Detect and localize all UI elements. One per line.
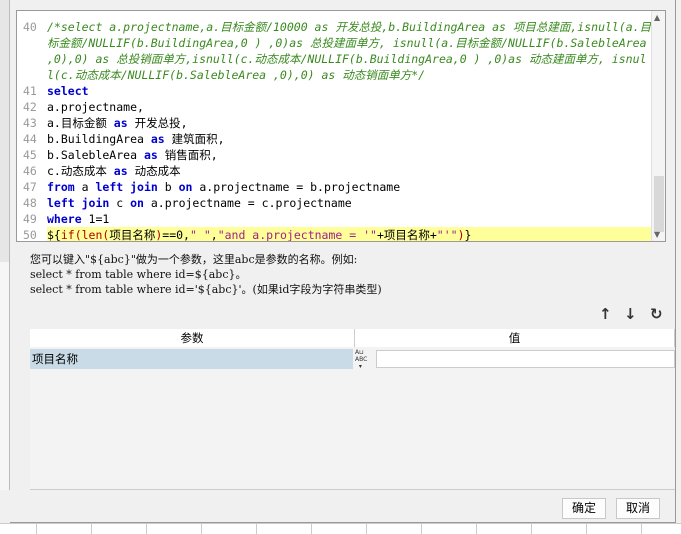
line-text: b.SalebleArea as 销售面积,: [47, 147, 653, 163]
code-token: on: [178, 180, 193, 194]
code-token: "'": [436, 228, 458, 242]
code-token: as: [143, 148, 158, 162]
code-token: a.projectname = b.projectname: [192, 180, 401, 194]
help-line: select * from table where id='${abc}'。(如…: [30, 283, 382, 296]
scrollbar-thumb[interactable]: [654, 176, 664, 232]
code-line[interactable]: 47 from a left join b on a.projectname = …: [17, 179, 653, 195]
parameter-name-cell[interactable]: 项目名称: [30, 349, 353, 369]
line-text: b.BuildingArea as 建筑面积,: [47, 131, 653, 147]
sql-code[interactable]: 40 /*select a.projectname,a.目标金额/10000 as…: [17, 19, 653, 242]
code-token: ,: [210, 228, 218, 242]
left-panel: [0, 0, 10, 262]
column-header-value: 值: [355, 329, 675, 347]
code-token: as: [113, 164, 128, 178]
line-text: a.目标金额 as 开发总投,: [47, 115, 653, 131]
line-text: a.projectname,: [47, 99, 653, 115]
code-token: 动态成本: [127, 164, 181, 178]
line-number: 45: [23, 148, 37, 162]
line-number: 41: [23, 84, 37, 98]
sql-editor[interactable]: 40 /*select a.projectname,a.目标金额/10000 as…: [16, 10, 666, 242]
move-down-icon[interactable]: ↓: [624, 305, 637, 323]
scroll-up-icon[interactable]: ▲: [654, 13, 660, 22]
code-line[interactable]: 40 /*select a.projectname,a.目标金额/10000 as…: [17, 19, 653, 83]
cancel-button[interactable]: 取消: [616, 498, 660, 519]
scroll-down-icon[interactable]: ▼: [654, 230, 660, 239]
line-text: /*select a.projectname,a.目标金额/10000 as 开…: [47, 19, 653, 83]
line-number: 47: [23, 180, 37, 194]
code-line[interactable]: 43 a.目标金额 as 开发总投,: [17, 115, 653, 131]
column-header-parameter: 参数: [30, 329, 355, 347]
code-line[interactable]: 44 b.BuildingArea as 建筑面积,: [17, 131, 653, 147]
line-text: where 1=1: [47, 211, 653, 227]
code-token: left join: [95, 180, 158, 194]
help-line: select * from table where id=${abc}。: [30, 268, 247, 281]
spreadsheet-grid-background: [0, 523, 681, 534]
line-text: c.动态成本 as 动态成本: [47, 163, 653, 179]
code-line[interactable]: 48 left join c on a.projectname = c.proje…: [17, 195, 653, 211]
code-token: " ": [189, 228, 211, 242]
left-panel-lower: [0, 262, 10, 490]
type-selector-icon[interactable]: A⊔ ABC ▾: [353, 349, 375, 370]
line-number: 40: [23, 20, 37, 34]
code-token: on: [130, 196, 144, 210]
code-line[interactable]: 42 a.projectname,: [17, 99, 653, 115]
type-label: ABC: [355, 356, 368, 363]
code-token: +项目名称+: [376, 228, 437, 242]
code-token: /*select a.projectname,a.目标金额/10000 as 开…: [47, 20, 652, 82]
code-token: where: [47, 212, 82, 226]
code-line[interactable]: 46 c.动态成本 as 动态成本: [17, 163, 653, 179]
line-number: 50: [23, 228, 37, 242]
code-line[interactable]: 49 where 1=1: [17, 211, 653, 227]
code-token: "and a.projectname = '": [217, 228, 377, 242]
code-token: ): [457, 228, 465, 242]
parameter-table: 参数 值 项目名称 A⊔ ABC ▾: [30, 329, 675, 490]
code-token: 销售面积,: [157, 148, 218, 162]
code-token: b.BuildingArea: [47, 132, 151, 146]
code-token: if(len(: [60, 228, 110, 242]
line-text: ${if(len(项目名称) ==0," ","and a.projectname…: [47, 227, 653, 242]
code-token: as: [113, 116, 128, 130]
code-token: }: [464, 228, 472, 242]
line-text: from a left join b on a.projectname = b.…: [47, 179, 653, 195]
code-token: c: [109, 196, 131, 210]
code-token: ${: [47, 228, 61, 242]
code-token: c.动态成本: [47, 164, 114, 178]
code-token: a: [74, 180, 96, 194]
line-text: select: [47, 83, 653, 99]
code-token: 开发总投,: [127, 116, 188, 130]
line-number: 46: [23, 164, 37, 178]
move-up-icon[interactable]: ↑: [599, 305, 612, 323]
code-token: a.projectname,: [47, 100, 144, 114]
code-token: left join: [47, 196, 110, 210]
parameter-value-input[interactable]: [376, 350, 675, 368]
code-token: 建筑面积,: [164, 132, 225, 146]
line-number: 48: [23, 196, 37, 210]
editor-scrollbar[interactable]: ▲ ▼: [651, 11, 665, 241]
code-token: select: [47, 84, 89, 98]
parameter-help-text: 您可以键入"${abc}"做为一个参数，这里abc是参数的名称。例如: sele…: [30, 252, 382, 297]
code-token: 项目名称: [109, 228, 156, 242]
code-token: b: [157, 180, 179, 194]
help-line: 您可以键入"${abc}"做为一个参数，这里abc是参数的名称。例如:: [30, 253, 358, 266]
code-line[interactable]: 41 select: [17, 83, 653, 99]
line-number: 44: [23, 132, 37, 146]
code-token: a.projectname = c.projectname: [143, 196, 352, 210]
code-line[interactable]: 50 ${if(len(项目名称) ==0," ","and a.projectna…: [17, 227, 653, 242]
refresh-icon[interactable]: ↻: [650, 305, 663, 323]
line-number: 42: [23, 100, 37, 114]
code-token: 1=1: [81, 212, 110, 226]
line-number: 49: [23, 212, 37, 226]
code-line[interactable]: 45 b.SalebleArea as 销售面积,: [17, 147, 653, 163]
code-token: from: [47, 180, 75, 194]
code-token: ==0,: [162, 228, 190, 242]
line-number: 43: [23, 116, 37, 130]
code-token: b.SalebleArea: [47, 148, 144, 162]
code-token: as: [150, 132, 165, 146]
line-text: left join c on a.projectname = c.project…: [47, 195, 653, 211]
ok-button[interactable]: 确定: [562, 498, 606, 519]
code-token: a.目标金额: [47, 116, 114, 130]
parameter-query-dialog: 40 /*select a.projectname,a.目标金额/10000 as…: [10, 0, 676, 523]
